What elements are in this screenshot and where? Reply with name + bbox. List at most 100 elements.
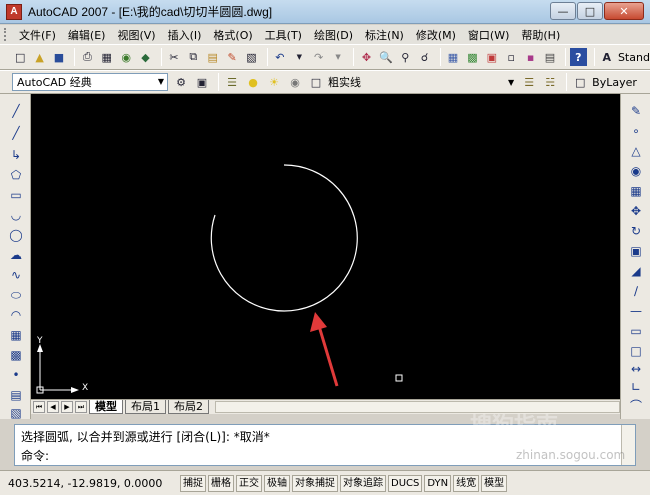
tab-model[interactable]: 模型 xyxy=(89,400,123,414)
plot-preview-icon[interactable]: ▦ xyxy=(99,48,115,66)
open-file-icon[interactable]: ▲ xyxy=(31,48,47,66)
rectangle-icon[interactable]: ▭ xyxy=(7,186,25,204)
workspace-settings-icon[interactable]: ⚙ xyxy=(172,73,190,91)
layer-manager-icon[interactable]: ☰ xyxy=(223,73,241,91)
text-style-label[interactable]: Stand xyxy=(618,51,650,64)
3d-dwf-icon[interactable]: ◆ xyxy=(137,48,153,66)
menu-modify[interactable]: 修改(M) xyxy=(411,27,461,43)
coordinate-readout[interactable]: 403.5214, -12.9819, 0.0000 xyxy=(8,477,180,490)
copy-object-icon[interactable]: ∘ xyxy=(627,122,645,140)
line-icon[interactable]: ╱ xyxy=(7,102,25,120)
new-file-icon[interactable]: □ xyxy=(12,48,28,66)
drawing-canvas[interactable]: Y X xyxy=(31,94,620,399)
grid-toggle[interactable]: 栅格 xyxy=(208,474,234,492)
block-editor-icon[interactable]: ▧ xyxy=(243,48,259,66)
spline-icon[interactable]: ∿ xyxy=(7,266,25,284)
layer-dropdown-arrow[interactable]: ▼ xyxy=(508,78,514,87)
offset-icon[interactable]: ◉ xyxy=(627,162,645,180)
design-center-icon[interactable]: ▩ xyxy=(464,48,480,66)
sheet-set-icon[interactable]: ▫ xyxy=(503,48,519,66)
help-icon[interactable]: ? xyxy=(570,48,587,66)
join-icon[interactable]: ↔ xyxy=(627,360,645,378)
menu-window[interactable]: 窗口(W) xyxy=(463,27,514,43)
make-current-layer-icon[interactable]: ☰ xyxy=(520,73,538,91)
close-button[interactable]: ✕ xyxy=(604,2,644,20)
calculator-icon[interactable]: ▤ xyxy=(542,48,558,66)
ellipse-arc-icon[interactable]: ◠ xyxy=(7,306,25,324)
menu-insert[interactable]: 插入(I) xyxy=(163,27,207,43)
mirror-icon[interactable]: △ xyxy=(627,142,645,160)
autocad-app-icon[interactable]: A xyxy=(6,3,22,20)
maximize-button[interactable]: □ xyxy=(577,2,603,20)
properties-icon[interactable]: ▦ xyxy=(445,48,461,66)
horizontal-scrollbar[interactable] xyxy=(215,401,620,413)
prev-tab-icon[interactable]: ◀ xyxy=(47,401,59,413)
undo-icon[interactable]: ↶ xyxy=(272,48,288,66)
dyn-toggle[interactable]: DYN xyxy=(424,474,452,492)
arc-entity[interactable] xyxy=(210,164,358,312)
scale-icon[interactable]: ▣ xyxy=(627,242,645,260)
menu-edit[interactable]: 编辑(E) xyxy=(63,27,111,43)
move-icon[interactable]: ✥ xyxy=(627,202,645,220)
minimize-button[interactable]: — xyxy=(550,2,576,20)
redo-dropdown-icon[interactable]: ▼ xyxy=(330,48,346,66)
pan-icon[interactable]: ✥ xyxy=(358,48,374,66)
circle-icon[interactable]: ◯ xyxy=(7,226,25,244)
arc-icon[interactable]: ◡ xyxy=(7,206,25,224)
osnap-toggle[interactable]: 对象捕捉 xyxy=(292,474,338,492)
menu-view[interactable]: 视图(V) xyxy=(112,27,160,43)
chamfer-icon[interactable]: ∟ xyxy=(627,378,645,396)
copy-icon[interactable]: ⧉ xyxy=(185,48,201,66)
markup-icon[interactable]: ▪ xyxy=(522,48,538,66)
polar-toggle[interactable]: 极轴 xyxy=(264,474,290,492)
gradient-icon[interactable]: ▧ xyxy=(7,404,25,422)
layer-name[interactable]: 粗实线 xyxy=(328,74,508,90)
point-icon[interactable]: • xyxy=(7,366,25,384)
menu-grip[interactable] xyxy=(4,28,8,41)
zoom-window-icon[interactable]: ⚲ xyxy=(397,48,413,66)
break-icon[interactable]: ▭ xyxy=(627,322,645,340)
paste-icon[interactable]: ▤ xyxy=(205,48,221,66)
fillet-icon[interactable]: ⌒ xyxy=(627,396,645,414)
ducs-toggle[interactable]: DUCS xyxy=(388,474,423,492)
extend-icon[interactable]: — xyxy=(627,302,645,320)
rotate-icon[interactable]: ↻ xyxy=(627,222,645,240)
tool-palettes-icon[interactable]: ▣ xyxy=(484,48,500,66)
workspace-dropdown[interactable]: AutoCAD 经典 ▼ xyxy=(12,73,168,91)
menu-help[interactable]: 帮助(H) xyxy=(516,27,565,43)
otrack-toggle[interactable]: 对象追踪 xyxy=(340,474,386,492)
trim-icon[interactable]: ∕ xyxy=(627,282,645,300)
zoom-realtime-icon[interactable]: 🔍 xyxy=(378,48,394,66)
stretch-icon[interactable]: ◢ xyxy=(627,262,645,280)
workspace-save-icon[interactable]: ▣ xyxy=(193,73,211,91)
construction-line-icon[interactable]: ╱ xyxy=(7,124,25,142)
revision-cloud-icon[interactable]: ☁ xyxy=(7,246,25,264)
layer-previous-icon[interactable]: ☵ xyxy=(541,73,559,91)
print-icon[interactable]: ⎙ xyxy=(79,48,95,66)
next-tab-icon[interactable]: ▶ xyxy=(61,401,73,413)
tab-layout1[interactable]: 布局1 xyxy=(125,400,166,414)
break-at-point-icon[interactable]: □ xyxy=(627,342,645,360)
redo-icon[interactable]: ↷ xyxy=(310,48,326,66)
array-icon[interactable]: ▦ xyxy=(627,182,645,200)
command-prompt[interactable]: 命令: xyxy=(21,447,49,464)
ortho-toggle[interactable]: 正交 xyxy=(236,474,262,492)
last-tab-icon[interactable]: ⏭ xyxy=(75,401,87,413)
model-toggle[interactable]: 模型 xyxy=(481,474,508,492)
save-icon[interactable]: ■ xyxy=(51,48,67,66)
cut-icon[interactable]: ✂ xyxy=(166,48,182,66)
menu-format[interactable]: 格式(O) xyxy=(208,27,257,43)
make-block-icon[interactable]: ▩ xyxy=(7,346,25,364)
text-style-icon[interactable]: A xyxy=(599,48,615,66)
menu-draw[interactable]: 绘图(D) xyxy=(309,27,358,43)
ellipse-icon[interactable]: ⬭ xyxy=(7,286,25,304)
menu-dimension[interactable]: 标注(N) xyxy=(360,27,409,43)
snap-toggle[interactable]: 捕捉 xyxy=(180,474,206,492)
tab-layout2[interactable]: 布局2 xyxy=(168,400,209,414)
menu-file[interactable]: 文件(F) xyxy=(14,27,61,43)
match-properties-icon[interactable]: ✎ xyxy=(224,48,240,66)
undo-dropdown-icon[interactable]: ▼ xyxy=(291,48,307,66)
publish-icon[interactable]: ◉ xyxy=(118,48,134,66)
first-tab-icon[interactable]: ⏮ xyxy=(33,401,45,413)
erase-icon[interactable]: ✎ xyxy=(627,102,645,120)
